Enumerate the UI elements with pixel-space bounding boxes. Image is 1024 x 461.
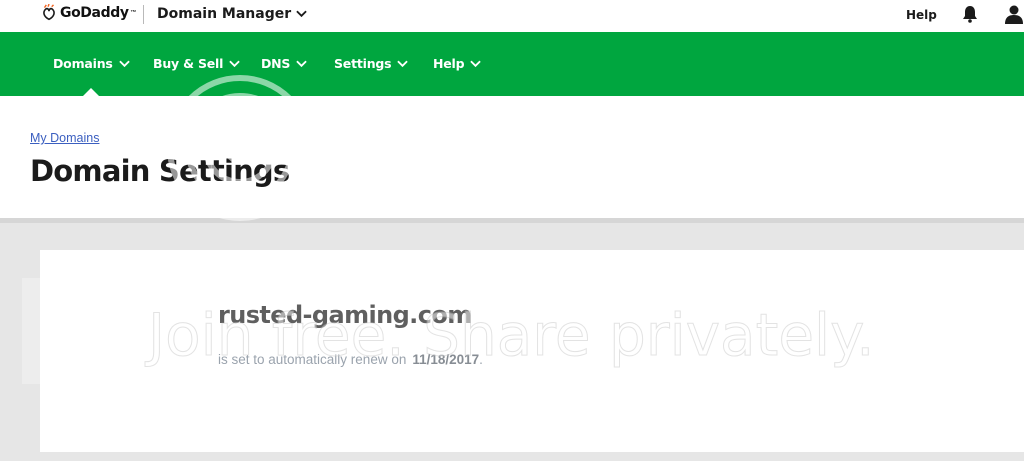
bell-icon[interactable] (962, 5, 978, 23)
page-title: Domain Settings (30, 154, 290, 188)
chevron-down-icon (229, 60, 240, 67)
top-bar: GoDaddy ™ Domain Manager Help (0, 0, 1024, 32)
help-link[interactable]: Help (906, 8, 937, 22)
nav-item-label: Help (433, 56, 465, 71)
chevron-down-icon (296, 60, 307, 67)
renew-text: is set to automatically renew on (218, 352, 407, 367)
breadcrumb-my-domains[interactable]: My Domains (30, 131, 99, 145)
app-switcher[interactable]: Domain Manager (157, 6, 307, 22)
main-nav: Domains Buy & Sell DNS Settings Help (0, 32, 1024, 96)
app-name: Domain Manager (157, 6, 292, 22)
renew-date: 11/18/2017 (412, 352, 480, 367)
chevron-down-icon (296, 10, 307, 18)
nav-item-label: Buy & Sell (153, 56, 224, 71)
godaddy-logo[interactable]: GoDaddy ™ (40, 4, 137, 22)
nav-item-help[interactable]: Help (433, 56, 482, 71)
nav-item-settings[interactable]: Settings (334, 56, 409, 71)
nav-item-label: Domains (53, 56, 113, 71)
domain-card (40, 250, 1024, 452)
brand-trademark: ™ (130, 10, 137, 16)
watermark-logo-text: photobucket (382, 112, 836, 186)
nav-item-dns[interactable]: DNS (261, 56, 307, 71)
brand-name: GoDaddy (60, 5, 129, 21)
active-nav-indicator (83, 88, 99, 96)
topbar-divider (143, 5, 144, 24)
godaddy-logo-icon (43, 4, 55, 21)
nav-item-label: DNS (261, 56, 291, 71)
renew-suffix: . (479, 352, 483, 367)
chevron-down-icon (397, 60, 409, 67)
chevron-down-icon (118, 60, 130, 67)
nav-item-buy-sell[interactable]: Buy & Sell (153, 56, 240, 71)
nav-item-domains[interactable]: Domains (53, 56, 130, 71)
user-icon[interactable] (1004, 4, 1024, 24)
auto-renew-status: is set to automatically renew on 11/18/20… (218, 352, 483, 367)
domain-name: rusted-gaming.com (218, 301, 472, 329)
chevron-down-icon (470, 60, 482, 67)
nav-item-label: Settings (334, 56, 392, 71)
